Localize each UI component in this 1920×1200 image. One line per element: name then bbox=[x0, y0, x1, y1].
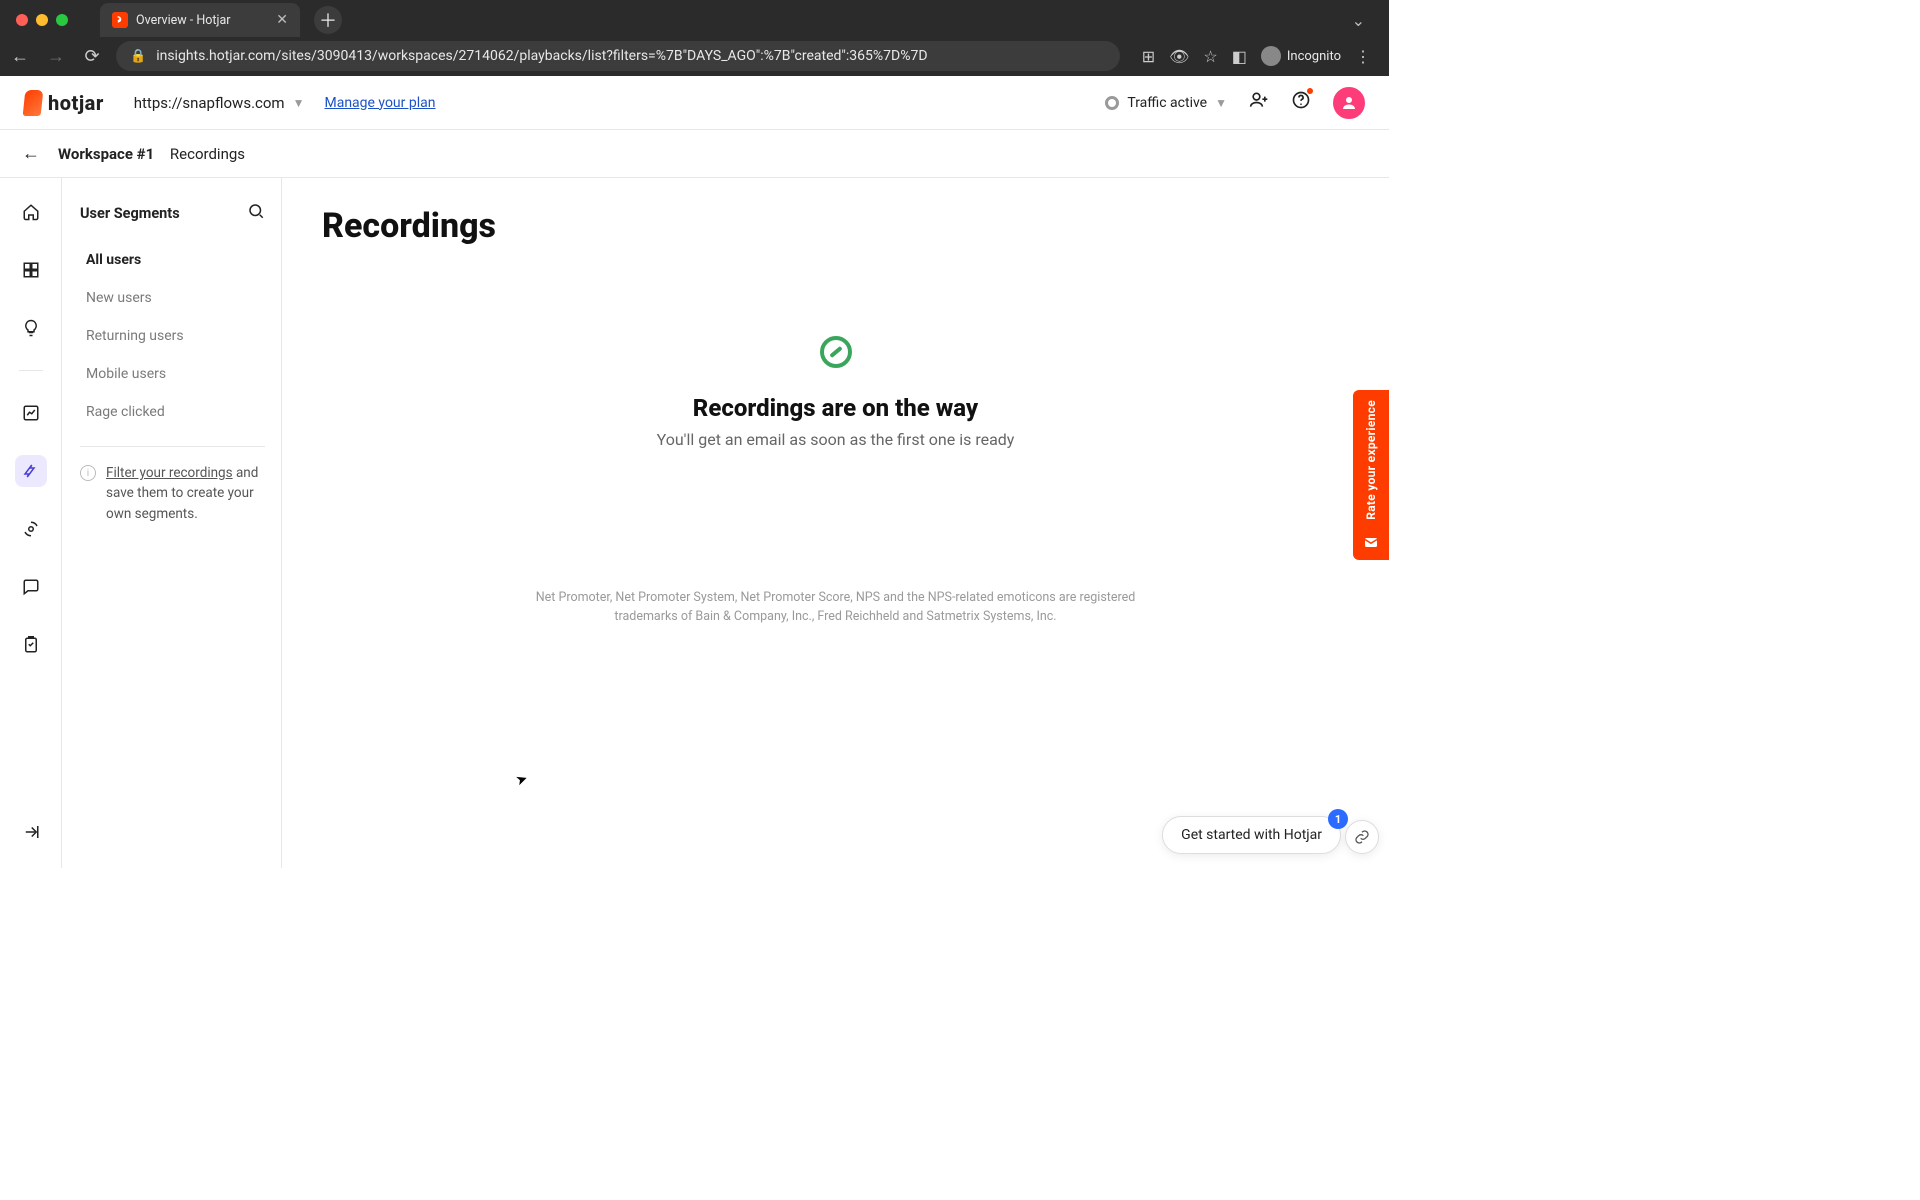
segment-item-rage-clicked[interactable]: Rage clicked bbox=[80, 394, 265, 430]
manage-plan-link[interactable]: Manage your plan bbox=[324, 95, 435, 111]
segments-tip: i Filter your recordings and save them t… bbox=[80, 463, 265, 524]
eye-off-icon[interactable]: 👁︎ bbox=[1169, 47, 1189, 66]
nav-surveys-icon[interactable] bbox=[15, 629, 47, 661]
empty-state: Recordings are on the way You'll get an … bbox=[322, 336, 1349, 449]
segment-item-mobile-users[interactable]: Mobile users bbox=[80, 356, 265, 392]
segments-title: User Segments bbox=[80, 205, 180, 222]
url-input[interactable]: 🔒 insights.hotjar.com/sites/3090413/work… bbox=[116, 41, 1120, 71]
address-bar: ← → ⟳ 🔒 insights.hotjar.com/sites/309041… bbox=[0, 40, 1389, 76]
nav-rail bbox=[0, 178, 62, 868]
url-text: insights.hotjar.com/sites/3090413/worksp… bbox=[156, 48, 927, 64]
macos-window-controls[interactable] bbox=[8, 14, 76, 26]
close-window-icon[interactable] bbox=[16, 14, 28, 26]
tab-title: Overview - Hotjar bbox=[136, 13, 230, 28]
breadcrumb: ← Workspace #1 Recordings bbox=[0, 130, 1389, 178]
expand-rail-icon[interactable] bbox=[15, 816, 47, 848]
minimize-window-icon[interactable] bbox=[36, 14, 48, 26]
segments-panel: User Segments All users New users Return… bbox=[62, 178, 282, 868]
nav-dashboard-icon[interactable] bbox=[15, 254, 47, 286]
window-menu-icon[interactable]: ⌄ bbox=[1352, 11, 1381, 30]
chevron-down-icon: ▼ bbox=[1215, 96, 1227, 110]
app-header: hotjar https://snapflows.com ▼ Manage yo… bbox=[0, 76, 1389, 130]
hotjar-flame-icon bbox=[23, 90, 44, 116]
info-icon: i bbox=[80, 465, 96, 481]
search-icon[interactable] bbox=[247, 202, 265, 224]
nav-recordings-icon[interactable] bbox=[15, 455, 47, 487]
browser-chrome: Overview - Hotjar ✕ ＋ ⌄ ← → ⟳ 🔒 insights… bbox=[0, 0, 1389, 76]
browser-actions: ⊞ 👁︎ ☆ ◧ Incognito ⋮ bbox=[1132, 46, 1381, 66]
invite-user-icon[interactable] bbox=[1249, 90, 1269, 115]
filter-recordings-link[interactable]: Filter your recordings bbox=[106, 465, 233, 481]
close-tab-icon[interactable]: ✕ bbox=[276, 12, 288, 28]
maximize-window-icon[interactable] bbox=[56, 14, 68, 26]
segment-item-new-users[interactable]: New users bbox=[80, 280, 265, 316]
tab-strip: Overview - Hotjar ✕ ＋ ⌄ bbox=[0, 0, 1389, 40]
lock-icon: 🔒 bbox=[130, 49, 146, 64]
notification-dot-icon bbox=[1307, 88, 1313, 94]
reload-button[interactable]: ⟳ bbox=[80, 46, 104, 67]
panel-icon[interactable]: ◧ bbox=[1232, 47, 1247, 66]
notification-count-badge: 1 bbox=[1328, 809, 1348, 829]
nav-home-icon[interactable] bbox=[15, 196, 47, 228]
incognito-icon bbox=[1261, 46, 1281, 66]
incognito-indicator[interactable]: Incognito bbox=[1261, 46, 1341, 66]
segment-item-all-users[interactable]: All users bbox=[80, 242, 265, 278]
back-button[interactable]: ← bbox=[8, 46, 32, 67]
page-title: Recordings bbox=[322, 206, 1349, 246]
chevron-down-icon: ▼ bbox=[293, 96, 305, 110]
rate-experience-tab[interactable]: Rate your experience bbox=[1353, 390, 1389, 560]
nav-heatmaps-icon[interactable] bbox=[15, 513, 47, 545]
nav-highlights-icon[interactable] bbox=[15, 312, 47, 344]
hotjar-logo[interactable]: hotjar bbox=[24, 90, 104, 116]
new-tab-button[interactable]: ＋ bbox=[314, 6, 342, 34]
get-started-button[interactable]: Get started with Hotjar 1 bbox=[1162, 816, 1341, 854]
forward-button[interactable]: → bbox=[44, 46, 68, 67]
bookmark-star-icon[interactable]: ☆ bbox=[1203, 47, 1217, 66]
breadcrumb-workspace[interactable]: Workspace #1 bbox=[58, 145, 154, 163]
site-selector[interactable]: https://snapflows.com ▼ bbox=[134, 94, 305, 112]
empty-state-subtitle: You'll get an email as soon as the first… bbox=[657, 430, 1015, 449]
legal-footer: Net Promoter, Net Promoter System, Net P… bbox=[526, 589, 1146, 627]
translate-icon[interactable]: ⊞ bbox=[1142, 47, 1155, 66]
breadcrumb-page: Recordings bbox=[170, 145, 245, 163]
hotjar-favicon-icon bbox=[112, 12, 128, 28]
link-widget-button[interactable] bbox=[1345, 820, 1379, 854]
nav-feedback-icon[interactable] bbox=[15, 571, 47, 603]
profile-avatar[interactable] bbox=[1333, 87, 1365, 119]
empty-state-title: Recordings are on the way bbox=[693, 394, 978, 422]
traffic-status-icon bbox=[1105, 96, 1119, 110]
nav-trends-icon[interactable] bbox=[15, 397, 47, 429]
traffic-status-dropdown[interactable]: Traffic active ▼ bbox=[1105, 95, 1227, 111]
no-entry-icon bbox=[820, 336, 852, 368]
segment-item-returning-users[interactable]: Returning users bbox=[80, 318, 265, 354]
content-area: Recordings Recordings are on the way You… bbox=[282, 178, 1389, 868]
browser-tab[interactable]: Overview - Hotjar ✕ bbox=[100, 3, 300, 37]
breadcrumb-back-button[interactable]: ← bbox=[22, 143, 40, 164]
help-icon[interactable] bbox=[1291, 90, 1311, 115]
kebab-menu-icon[interactable]: ⋮ bbox=[1355, 47, 1371, 66]
